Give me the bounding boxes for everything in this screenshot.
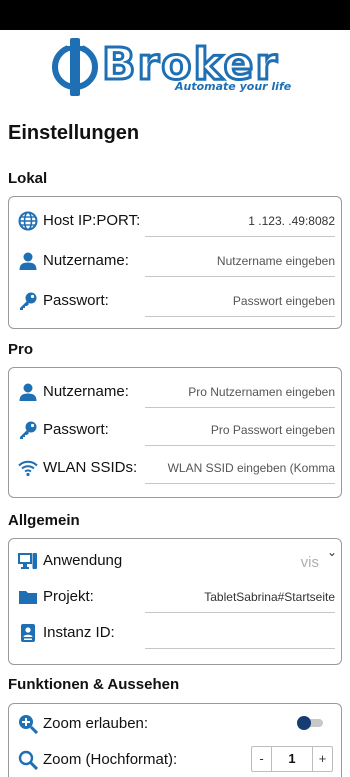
key-icon — [20, 421, 37, 439]
lokal-user-input[interactable]: Nutzername eingeben — [217, 254, 335, 268]
wifi-icon — [18, 460, 38, 477]
zoom-portrait-row: Zoom (Hochformat): - 1 + — [9, 742, 341, 777]
id-card-icon — [21, 624, 35, 642]
pro-user-row[interactable]: Nutzername: Pro Nutzernamen eingeben — [9, 374, 341, 410]
section-title-allgemein: Allgemein — [8, 512, 80, 529]
page-title: Einstellungen — [8, 122, 140, 144]
wlan-label: WLAN SSIDs: — [43, 459, 138, 476]
search-icon — [18, 750, 38, 770]
app-select-row[interactable]: Anwendung vis ⌄ — [9, 543, 341, 579]
card-lokal: Host IP:PORT: 1 .123. .49:8082 Nutzernam… — [8, 196, 342, 329]
project-label: Projekt: — [43, 588, 94, 605]
key-icon — [20, 292, 37, 310]
instance-label: Instanz ID: — [43, 624, 115, 641]
iobroker-logo: Broker Automate your life — [50, 38, 305, 98]
zoom-allow-row[interactable]: Zoom erlauben: — [9, 706, 341, 742]
globe-icon — [18, 211, 38, 231]
pro-password-input[interactable]: Pro Passwort eingeben — [211, 423, 335, 437]
zoom-allow-label: Zoom erlauben: — [43, 715, 149, 732]
person-icon — [19, 252, 37, 270]
section-title-funktionen: Funktionen & Aussehen — [8, 676, 180, 693]
lokal-password-input[interactable]: Passwort eingeben — [233, 294, 335, 308]
section-title-lokal: Lokal — [8, 170, 48, 187]
lokal-user-label: Nutzername: — [43, 252, 129, 269]
lokal-password-row[interactable]: Passwort: Passwort eingeben — [9, 283, 341, 319]
card-funktionen: Zoom erlauben: Zoom (Hochformat): - 1 + — [8, 703, 342, 777]
zoom-minus-button[interactable]: - — [252, 747, 272, 771]
host-label: Host IP:PORT: — [43, 212, 141, 229]
zoom-portrait-label: Zoom (Hochformat): — [43, 751, 178, 768]
pro-user-input[interactable]: Pro Nutzernamen eingeben — [188, 385, 335, 399]
person-icon — [19, 383, 37, 401]
pro-password-row[interactable]: Passwort: Pro Passwort eingeben — [9, 412, 341, 448]
lokal-password-label: Passwort: — [43, 292, 109, 309]
project-input[interactable]: TabletSabrina#Startseite — [204, 590, 335, 604]
wlan-row[interactable]: WLAN SSIDs: WLAN SSID eingeben (Komma — [9, 450, 341, 486]
app-label: Anwendung — [43, 552, 123, 569]
zoom-plus-icon — [19, 715, 38, 734]
app-select-value[interactable]: vis — [301, 554, 319, 571]
chevron-down-icon[interactable]: ⌄ — [327, 545, 337, 559]
host-input[interactable]: 1 .123. .49:8082 — [248, 214, 335, 228]
status-bar — [0, 0, 350, 30]
instance-row[interactable]: Instanz ID: — [9, 615, 341, 651]
zoom-portrait-value[interactable]: 1 — [272, 747, 312, 771]
toggle-knob — [297, 716, 311, 730]
app-icon — [18, 553, 37, 569]
zoom-allow-toggle[interactable] — [297, 716, 323, 730]
card-pro: Nutzername: Pro Nutzernamen eingeben Pas… — [8, 367, 342, 498]
project-row[interactable]: Projekt: TabletSabrina#Startseite — [9, 579, 341, 615]
zoom-plus-button[interactable]: + — [312, 747, 332, 771]
logo-tagline: Automate your life — [175, 80, 292, 93]
section-title-pro: Pro — [8, 341, 34, 358]
host-row[interactable]: Host IP:PORT: 1 .123. .49:8082 — [9, 203, 341, 239]
pro-password-label: Passwort: — [43, 421, 109, 438]
card-allgemein: Anwendung vis ⌄ Projekt: TabletSabrina#S… — [8, 538, 342, 665]
folder-icon — [19, 591, 37, 604]
lokal-user-row[interactable]: Nutzername: Nutzername eingeben — [9, 243, 341, 279]
zoom-portrait-stepper[interactable]: - 1 + — [251, 746, 333, 772]
pro-user-label: Nutzername: — [43, 383, 129, 400]
wlan-input[interactable]: WLAN SSID eingeben (Komma — [168, 461, 335, 475]
